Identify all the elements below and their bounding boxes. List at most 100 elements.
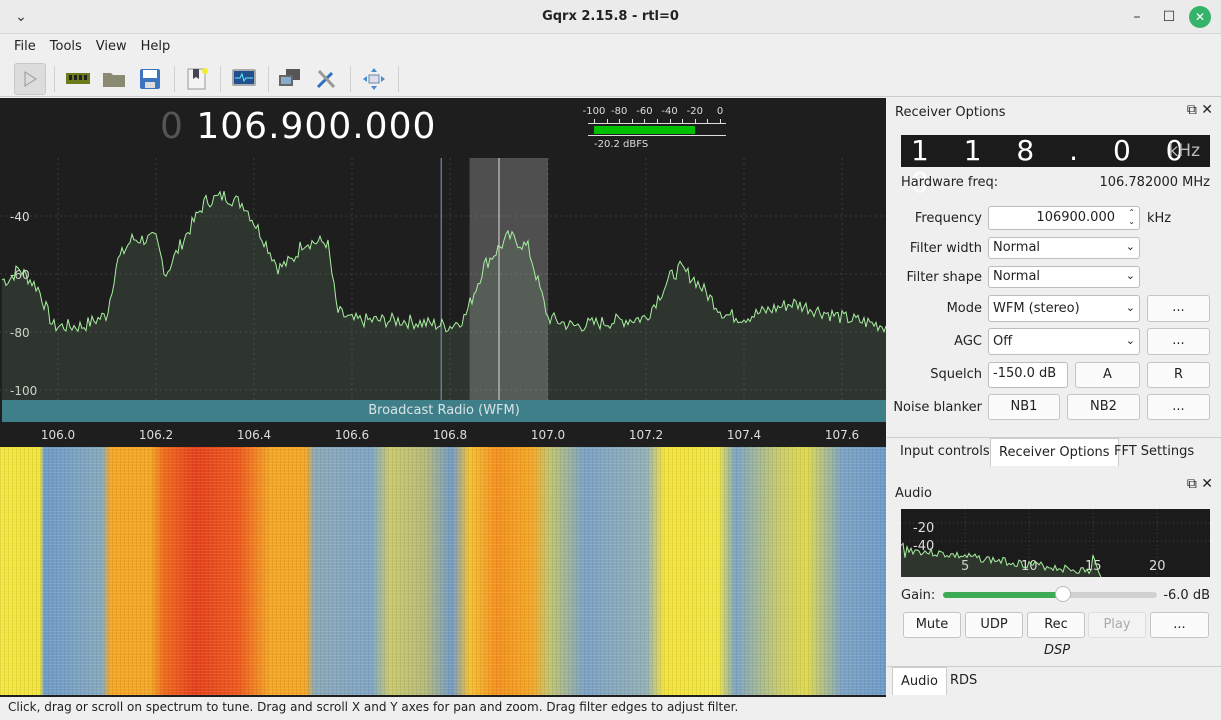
audio-y-tick-label: -20 (913, 521, 934, 536)
spectrum-fill (2, 191, 886, 400)
play-icon[interactable] (14, 63, 46, 95)
bookmark-icon[interactable] (181, 63, 213, 95)
gain-label: Gain: (901, 588, 936, 603)
chevron-down-icon: ⌄ (1125, 269, 1135, 282)
y-tick-label: -40 (10, 210, 30, 224)
mode-options-button[interactable]: ... (1147, 295, 1210, 322)
nb2-button[interactable]: NB2 (1067, 394, 1140, 420)
filter-width-label: Filter width (909, 241, 982, 256)
save-icon[interactable] (134, 63, 166, 95)
gain-value: -6.0 dB (1163, 588, 1210, 603)
frequency-label: Frequency (914, 211, 982, 226)
offset-unit: kHz (1168, 141, 1200, 161)
menu-file[interactable]: File (7, 36, 43, 57)
tab-audio[interactable]: Audio (892, 667, 947, 695)
menu-tools[interactable]: Tools (43, 36, 89, 57)
minimize-icon[interactable]: – (1126, 6, 1148, 28)
mute-button[interactable]: Mute (903, 612, 961, 638)
tab-receiver-options[interactable]: Receiver Options (990, 438, 1119, 466)
frequency-prefix: 0 (160, 106, 184, 147)
network-icon[interactable] (274, 63, 306, 95)
squelch-label: Squelch (930, 367, 982, 382)
audio-options-button[interactable]: ... (1150, 612, 1209, 638)
band-label[interactable]: Broadcast Radio (WFM) (2, 400, 886, 422)
dsp-label: DSP (1044, 643, 1071, 658)
frequency-display[interactable]: 0 106.900.000 (160, 106, 436, 147)
meter-tick-label: -20 (686, 106, 703, 117)
filter-shape-select[interactable]: Normal ⌄ (988, 266, 1140, 288)
offset-frequency-display[interactable]: 1 1 8 . 0 0 0 kHz (901, 135, 1210, 199)
close-icon[interactable]: ✕ (1201, 102, 1213, 118)
mode-label: Mode (946, 301, 982, 316)
maximize-icon[interactable]: ☐ (1158, 6, 1180, 28)
menu-view[interactable]: View (89, 36, 134, 57)
spectrum-plot[interactable]: -40-60-80-100 (0, 158, 886, 400)
chevron-down-icon: ⌄ (1125, 240, 1135, 253)
close-icon[interactable]: ✕ (1189, 6, 1211, 28)
x-tick-label: 107.2 (628, 428, 664, 442)
x-tick-label: 106.2 (138, 428, 174, 442)
title-bar: ⌄ Gqrx 2.15.8 - rtl=0 – ☐ ✕ (0, 0, 1221, 34)
gain-slider[interactable] (943, 586, 1157, 602)
frequency-input[interactable]: 106900.000 ⌃ ⌄ (988, 206, 1140, 230)
meter-tick-label: -80 (611, 106, 628, 117)
status-bar: Click, drag or scroll on spectrum to tun… (8, 700, 739, 714)
x-tick-label: 107.6 (824, 428, 860, 442)
meter-tick-label: -60 (636, 106, 653, 117)
agc-options-button[interactable]: ... (1147, 328, 1210, 355)
meter-tick-label: -40 (661, 106, 678, 117)
audio-title: Audio (895, 486, 932, 501)
waterfall-texture (0, 447, 886, 695)
agc-select[interactable]: Off ⌄ (988, 328, 1140, 355)
fullscreen-icon[interactable] (358, 63, 390, 95)
gain-slider-handle[interactable] (1054, 586, 1071, 602)
signal-level-bar (594, 126, 695, 134)
agc-label: AGC (954, 334, 982, 349)
hardware-freq-value: 106.782000 MHz (1099, 175, 1210, 190)
chevron-down-icon: ⌄ (1125, 301, 1135, 314)
x-tick-label: 106.6 (334, 428, 370, 442)
squelch-reset-button[interactable]: R (1147, 362, 1210, 388)
squelch-input[interactable]: -150.0 dB (988, 362, 1068, 388)
menu-help[interactable]: Help (134, 36, 178, 57)
toolbar (0, 60, 1221, 97)
play-button[interactable]: Play (1088, 612, 1146, 638)
meter-tick-label: 0 (716, 106, 724, 117)
signal-level-text: -20.2 dBFS (594, 139, 649, 150)
menu-bar: File Tools View Help (0, 36, 1221, 58)
frequency-axis[interactable]: 106.0 106.2 106.4 106.6 106.8 107.0 107.2 107.4… (0, 422, 886, 447)
squelch-auto-button[interactable]: A (1075, 362, 1140, 388)
x-tick-label: 106.8 (432, 428, 468, 442)
x-tick-label: 107.4 (726, 428, 762, 442)
nb1-button[interactable]: NB1 (988, 394, 1060, 420)
filter-shape-label: Filter shape (906, 270, 982, 285)
udp-button[interactable]: UDP (965, 612, 1023, 638)
tab-fft-settings[interactable]: FFT Settings (1106, 438, 1202, 466)
frequency-unit: kHz (1147, 211, 1172, 226)
chevron-down-icon: ⌄ (1125, 334, 1135, 347)
monitor-icon[interactable] (228, 63, 260, 95)
noise-blanker-label: Noise blanker (893, 400, 982, 415)
meter-tick-label: -100 (582, 106, 606, 117)
tools-icon[interactable] (310, 63, 342, 95)
x-tick-label: 107.0 (530, 428, 566, 442)
x-tick-label: 106.4 (236, 428, 272, 442)
signal-meter: -100 -80 -60 -40 -20 0 -20.2 dBFS (583, 106, 726, 150)
hardware-icon[interactable] (62, 63, 94, 95)
rec-button[interactable]: Rec (1027, 612, 1085, 638)
tab-input-controls[interactable]: Input controls (892, 438, 998, 466)
nb-options-button[interactable]: ... (1147, 394, 1210, 420)
float-icon[interactable]: ⧉ (1187, 102, 1197, 118)
close-icon[interactable]: ✕ (1201, 476, 1213, 492)
receiver-options-title: Receiver Options (895, 105, 1006, 120)
hardware-freq-label: Hardware freq: (901, 175, 999, 190)
audio-spectrum: -20-405101520 (901, 509, 1210, 577)
filter-width-select[interactable]: Normal ⌄ (988, 237, 1140, 259)
tab-rds[interactable]: RDS (942, 667, 985, 695)
audio-x-tick-label: 20 (1149, 559, 1166, 574)
float-icon[interactable]: ⧉ (1187, 476, 1197, 492)
frequency-value: 106.900.000 (196, 106, 437, 147)
open-folder-icon[interactable] (98, 63, 130, 95)
window-title: Gqrx 2.15.8 - rtl=0 (542, 9, 679, 24)
mode-select[interactable]: WFM (stereo) ⌄ (988, 295, 1140, 322)
